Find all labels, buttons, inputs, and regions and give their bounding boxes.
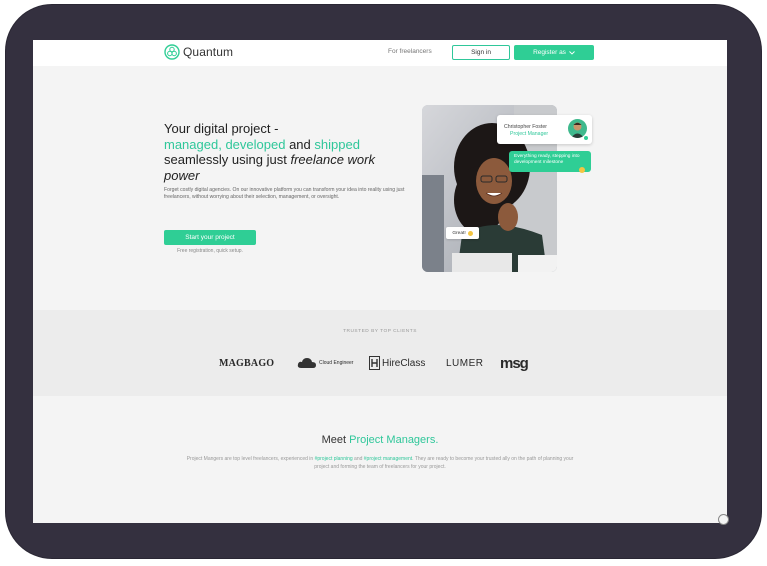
smile-emoji-icon xyxy=(579,167,585,173)
client-logo-magbago: MAGBAGO xyxy=(219,353,274,373)
start-project-button[interactable]: Start your project xyxy=(164,230,256,245)
start-project-label: Start your project xyxy=(185,234,235,241)
hero-title: Your digital project - managed, develope… xyxy=(164,121,404,183)
chevron-down-icon xyxy=(569,50,575,55)
sign-in-label: Sign in xyxy=(471,49,491,56)
trusted-label: TRUSTED BY TOP CLIENTS xyxy=(343,329,417,334)
online-status-indicator xyxy=(583,135,589,141)
cool-emoji-icon xyxy=(467,230,473,236)
hero-word-managed: managed, xyxy=(164,136,222,152)
meet-section-description: Project Mangers are top level freelancer… xyxy=(180,455,580,471)
tag-project-planning[interactable]: #project planning xyxy=(315,456,353,462)
project-manager-card: Christopher Foster Project Manager xyxy=(497,115,592,144)
cloud-engineer-logo-text: Cloud Engineer xyxy=(319,360,354,366)
client-logo-hireclass: HireClass xyxy=(369,353,425,373)
pm-role: Project Manager xyxy=(510,131,549,137)
hero-word-and: and xyxy=(289,136,311,152)
magbago-logo-text: MAGBAGO xyxy=(219,357,275,369)
lumer-logo-text: LUMER xyxy=(446,357,484,369)
meet-title-accent: Project Managers. xyxy=(349,434,439,446)
client-logo-cloud-engineer: Cloud Engineer xyxy=(297,353,353,373)
free-registration-note: Free registration, quick setup. xyxy=(177,248,243,254)
pm-name: Christopher Foster xyxy=(504,124,547,130)
tag-project-management[interactable]: #project management xyxy=(364,456,412,462)
top-navigation: Quantum For freelancers Sign in Register… xyxy=(33,40,727,66)
client-logo-lumer: LUMER xyxy=(446,353,484,373)
cloud-icon xyxy=(297,358,316,368)
hero-word-developed: developed xyxy=(225,136,286,152)
hero-title-line3: seamlessly using just xyxy=(164,152,287,167)
brand-logo[interactable]: Quantum xyxy=(164,44,233,60)
meet-desc-and: and xyxy=(354,456,363,462)
hireclass-h-icon xyxy=(369,356,380,370)
meet-section-title: Meet Project Managers. xyxy=(33,434,727,446)
client-logo-msg: msg xyxy=(500,353,529,373)
meet-title-prefix: Meet xyxy=(321,434,347,446)
hero-description: Forget costly digital agencies. On our i… xyxy=(164,187,405,201)
for-freelancers-link[interactable]: For freelancers xyxy=(388,48,432,55)
quantum-logo-icon xyxy=(164,44,180,60)
reply-text: Great! xyxy=(452,230,466,236)
hero-word-shipped: shipped xyxy=(314,136,360,152)
tablet-home-button[interactable] xyxy=(718,514,729,525)
reply-bubble: Great! xyxy=(446,227,479,239)
browser-screen: Quantum For freelancers Sign in Register… xyxy=(33,40,727,523)
hero-title-line1: Your digital project - xyxy=(164,121,279,136)
hireclass-logo-text: HireClass xyxy=(382,357,426,369)
sign-in-button[interactable]: Sign in xyxy=(452,45,510,60)
msg-logo-text: msg xyxy=(500,354,529,372)
register-as-dropdown[interactable]: Register as xyxy=(514,45,594,60)
trusted-clients-section: TRUSTED BY TOP CLIENTS MAGBAGO Cloud Eng… xyxy=(33,310,727,396)
register-label: Register as xyxy=(533,49,566,56)
meet-desc-part1: Project Mangers are top level freelancer… xyxy=(186,456,314,462)
brand-name: Quantum xyxy=(183,45,234,59)
